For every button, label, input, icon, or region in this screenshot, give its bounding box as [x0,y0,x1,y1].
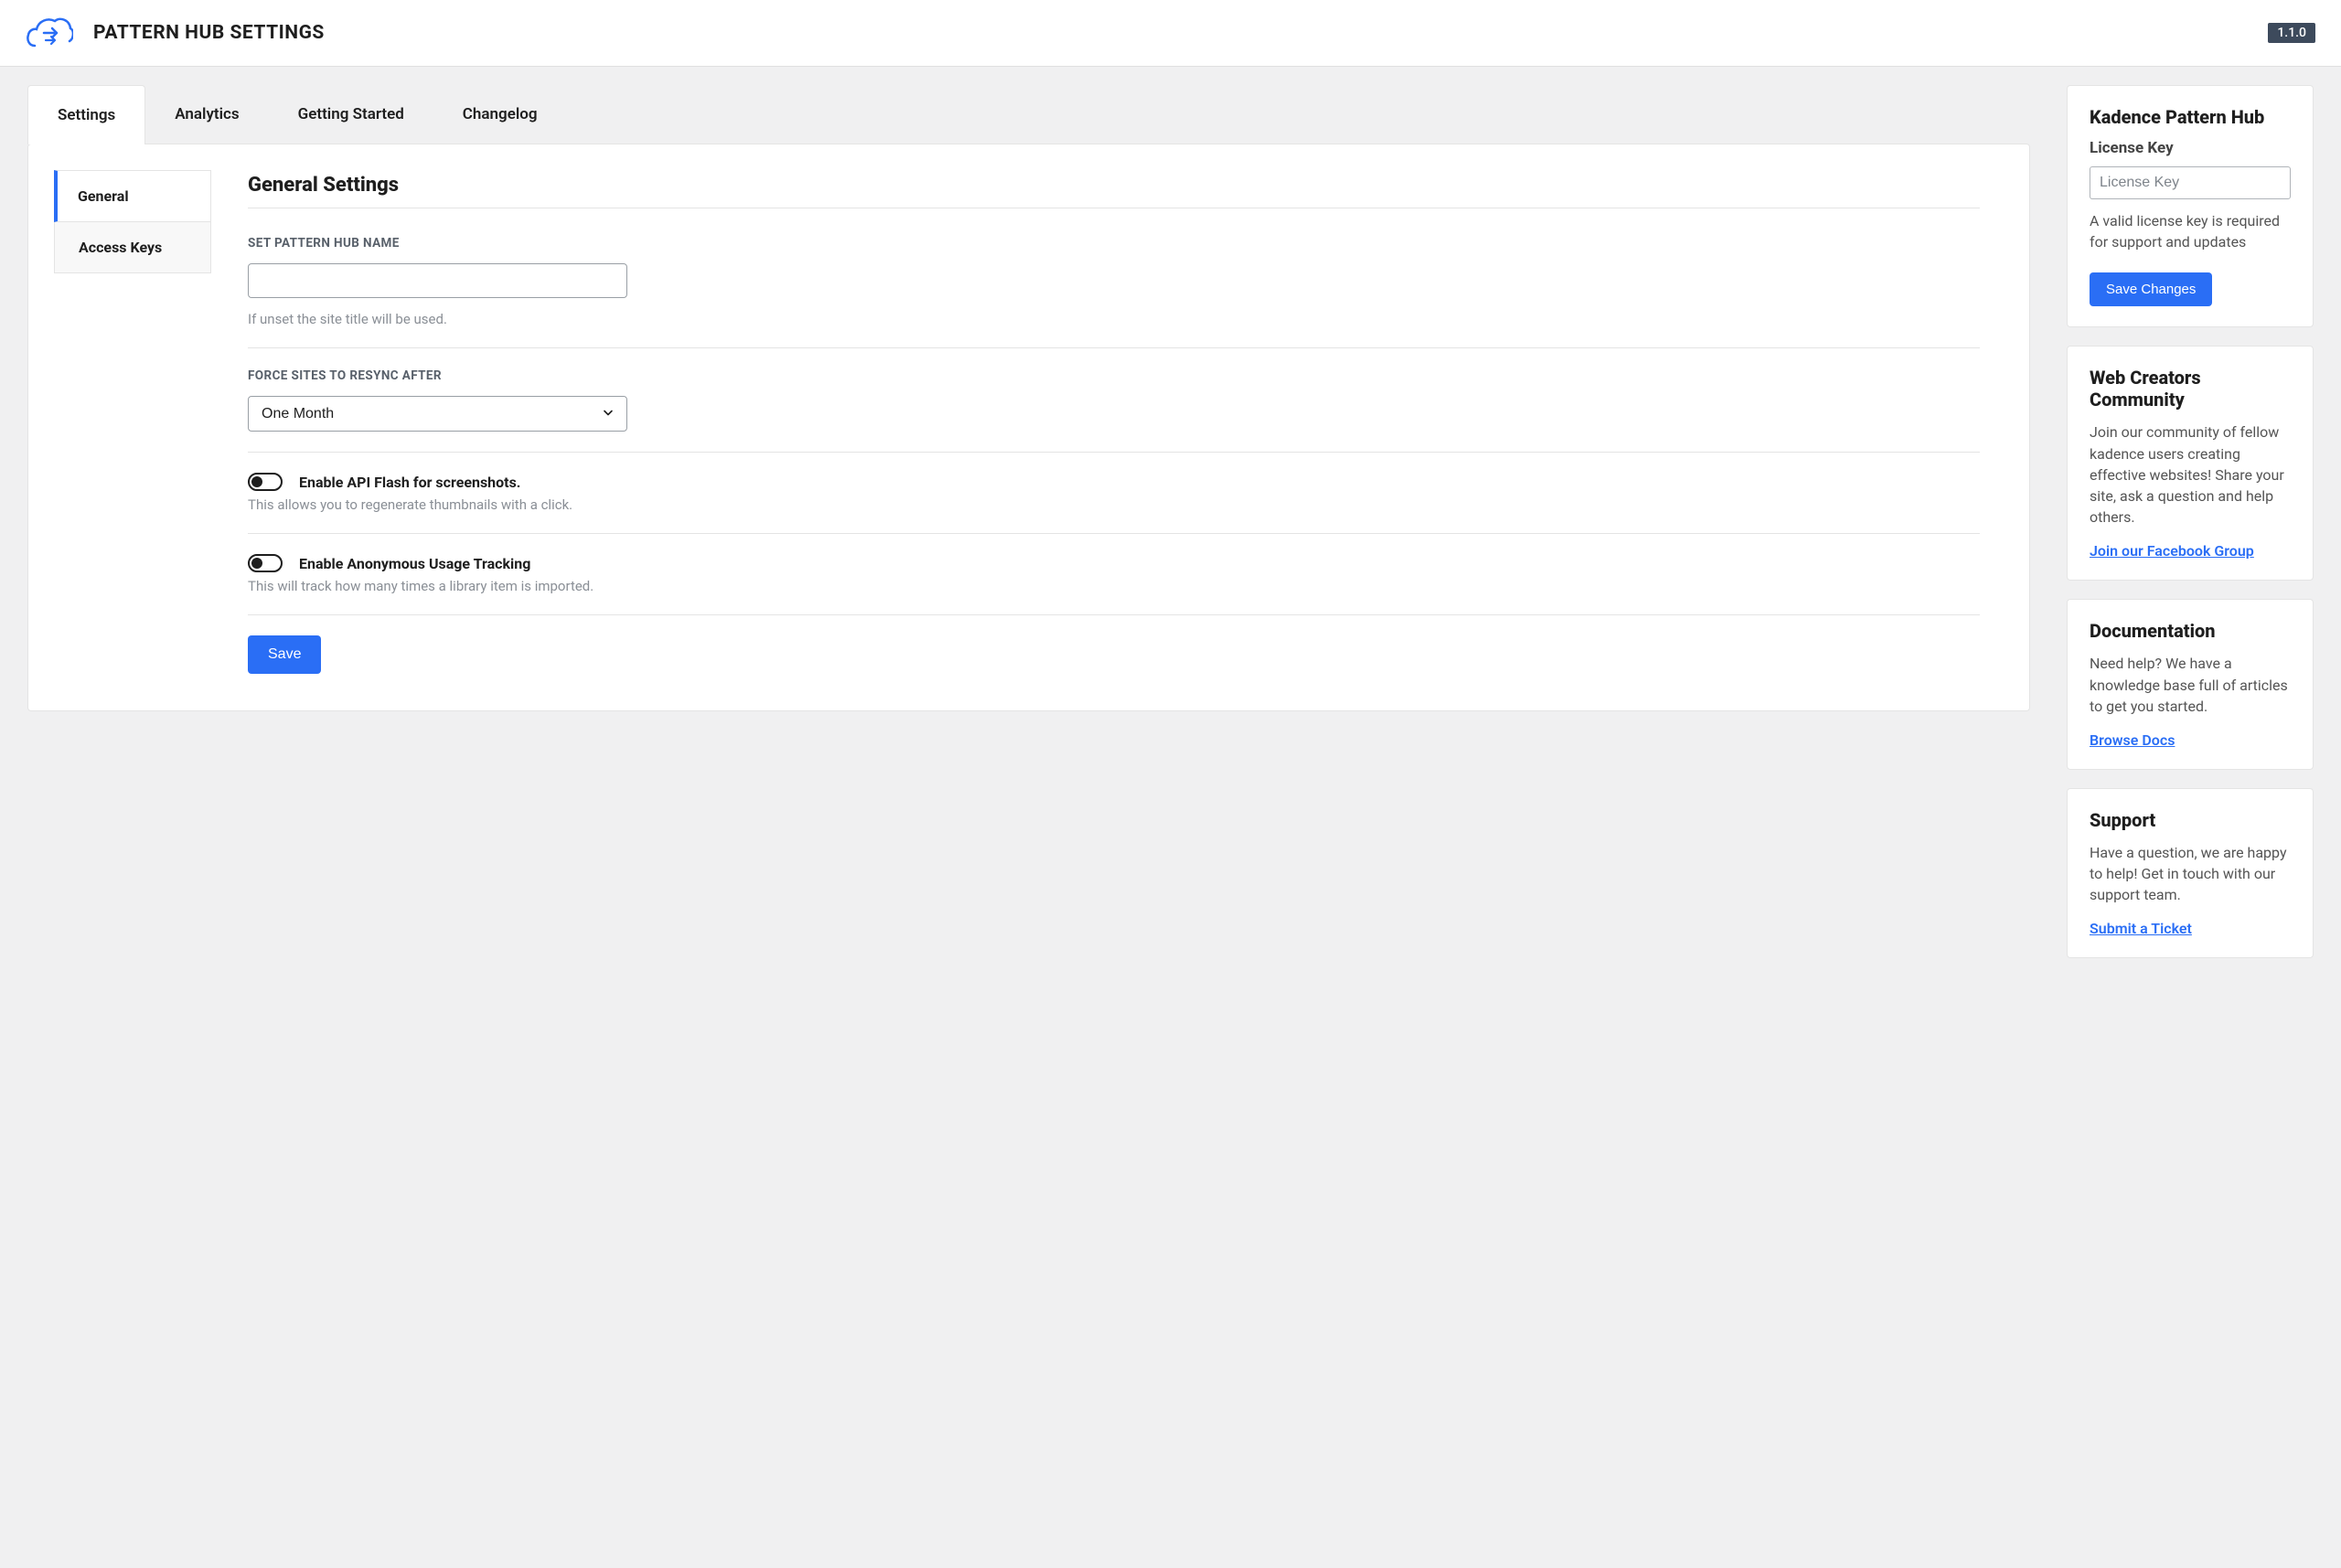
resync-select[interactable]: One Month [248,396,627,432]
sidenav-access-keys[interactable]: Access Keys [54,222,211,273]
content-heading: General Settings [248,174,1980,208]
tracking-toggle[interactable] [248,554,283,572]
api-flash-toggle[interactable] [248,473,283,491]
community-card: Web Creators Community Join our communit… [2067,346,2314,581]
hub-name-input[interactable] [248,263,627,298]
api-flash-row: Enable API Flash for screenshots. [248,473,1980,491]
sidenav-general[interactable]: General [54,170,211,222]
tab-analytics[interactable]: Analytics [145,85,268,144]
license-input[interactable] [2090,166,2291,199]
community-text: Join our community of fellow kadence use… [2090,421,2291,528]
tab-getting-started[interactable]: Getting Started [269,85,433,144]
side-nav: General Access Keys [28,144,211,710]
settings-panel: General Access Keys General Settings SET… [27,144,2030,711]
page-title: PATTERN HUB SETTINGS [93,22,325,44]
app-header: PATTERN HUB SETTINGS 1.1.0 [0,0,2341,67]
tab-settings[interactable]: Settings [27,85,145,144]
header-left: PATTERN HUB SETTINGS [26,13,325,53]
docs-title: Documentation [2090,620,2291,642]
docs-card: Documentation Need help? We have a knowl… [2067,599,2314,770]
save-button[interactable]: Save [248,635,321,674]
settings-content: General Settings SET PATTERN HUB NAME If… [211,144,2029,710]
license-title: Kadence Pattern Hub [2090,106,2291,128]
tab-changelog[interactable]: Changelog [433,85,567,144]
docs-link[interactable]: Browse Docs [2090,731,2175,749]
toggle-knob [251,476,262,487]
docs-text: Need help? We have a knowledge base full… [2090,653,2291,717]
hub-name-help: If unset the site title will be used. [248,311,1980,327]
license-save-button[interactable]: Save Changes [2090,272,2212,306]
resync-select-wrap: One Month [248,396,627,432]
tracking-label: Enable Anonymous Usage Tracking [299,555,530,572]
toggle-knob [251,558,262,569]
setting-tracking: Enable Anonymous Usage Tracking This wil… [248,534,1980,615]
community-title: Web Creators Community [2090,367,2291,411]
support-link[interactable]: Submit a Ticket [2090,920,2192,937]
api-flash-help: This allows you to regenerate thumbnails… [248,496,1980,513]
setting-resync: FORCE SITES TO RESYNC AFTER One Month [248,348,1980,453]
license-label: License Key [2090,139,2291,157]
hub-name-label: SET PATTERN HUB NAME [248,236,1980,251]
support-text: Have a question, we are happy to help! G… [2090,842,2291,906]
license-help: A valid license key is required for supp… [2090,210,2291,252]
tracking-help: This will track how many times a library… [248,578,1980,594]
license-card: Kadence Pattern Hub License Key A valid … [2067,85,2314,327]
tracking-row: Enable Anonymous Usage Tracking [248,554,1980,572]
resync-label: FORCE SITES TO RESYNC AFTER [248,368,1980,383]
logo-icon [26,13,73,53]
api-flash-label: Enable API Flash for screenshots. [299,474,520,491]
top-tabs: Settings Analytics Getting Started Chang… [27,85,2030,144]
setting-hub-name: SET PATTERN HUB NAME If unset the site t… [248,229,1980,348]
support-title: Support [2090,809,2291,831]
version-badge: 1.1.0 [2268,23,2315,43]
support-card: Support Have a question, we are happy to… [2067,788,2314,959]
setting-api-flash: Enable API Flash for screenshots. This a… [248,453,1980,534]
community-link[interactable]: Join our Facebook Group [2090,542,2254,560]
main-container: Settings Analytics Getting Started Chang… [0,67,2341,976]
right-sidebar: Kadence Pattern Hub License Key A valid … [2067,85,2314,958]
main-column: Settings Analytics Getting Started Chang… [27,85,2030,711]
